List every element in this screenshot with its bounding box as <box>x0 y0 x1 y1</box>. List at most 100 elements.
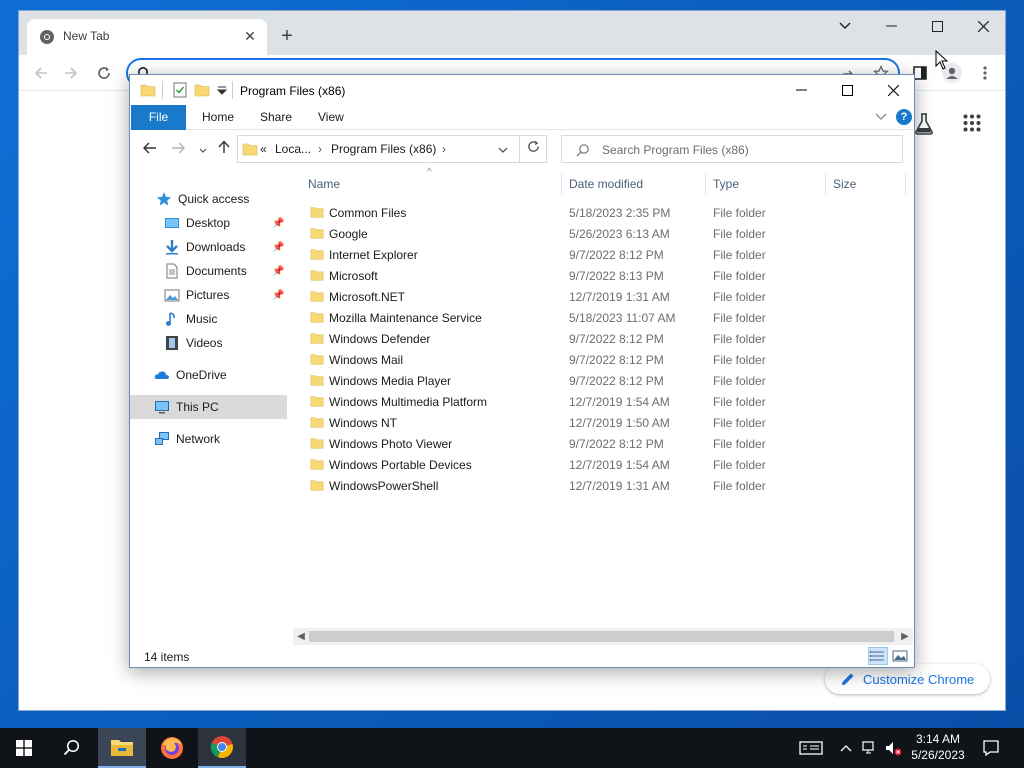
pencil-icon <box>842 673 854 685</box>
tab-view[interactable]: View <box>304 105 358 130</box>
nav-item-this-pc[interactable]: This PC <box>130 395 287 419</box>
new-tab-button[interactable]: + <box>275 25 299 49</box>
customize-chrome-button[interactable]: Customize Chrome <box>825 664 990 694</box>
address-history-chevron-icon[interactable] <box>498 147 508 153</box>
help-icon[interactable]: ? <box>896 109 912 125</box>
address-segment-local[interactable]: Loca... <box>275 142 311 156</box>
column-header-size[interactable]: Size <box>833 171 856 197</box>
address-folder-icon <box>242 143 258 156</box>
file-name: Common Files <box>329 206 407 220</box>
file-row[interactable]: Windows Mail 9/7/2022 8:12 PM File folder <box>293 349 913 370</box>
search-field[interactable]: Search Program Files (x86) <box>561 135 903 163</box>
file-row[interactable]: Windows Multimedia Platform 12/7/2019 1:5… <box>293 391 913 412</box>
tray-input-indicator-icon[interactable] <box>796 728 826 768</box>
explorer-forward-icon[interactable] <box>168 140 188 160</box>
tab-new-tab[interactable]: New Tab ✕ <box>27 19 267 55</box>
details-view-button[interactable] <box>868 647 888 665</box>
volume-muted-icon[interactable] <box>882 728 904 768</box>
file-row[interactable]: Windows Media Player 9/7/2022 8:12 PM File… <box>293 370 913 391</box>
google-apps-grid-icon[interactable] <box>963 114 981 132</box>
column-header-name[interactable]: Name <box>308 171 340 197</box>
chrome-close-button[interactable] <box>960 11 1006 41</box>
taskbar-clock[interactable]: 3:14 AM 5/26/2023 <box>903 731 973 765</box>
new-folder-icon[interactable] <box>194 82 210 98</box>
scroll-right-arrow-icon[interactable]: ▶ <box>897 629 913 644</box>
file-row[interactable]: Windows Defender 9/7/2022 8:12 PM File fol… <box>293 328 913 349</box>
file-row[interactable]: Internet Explorer 9/7/2022 8:12 PM File fo… <box>293 244 913 265</box>
explorer-maximize-button[interactable] <box>824 75 870 105</box>
tab-file[interactable]: File <box>131 105 186 130</box>
taskbar-search-button[interactable] <box>48 728 96 768</box>
qat-customize-chevron-icon[interactable] <box>214 82 230 98</box>
scrollbar-thumb[interactable] <box>309 631 894 642</box>
reload-icon[interactable] <box>92 61 116 85</box>
file-date-modified: 5/18/2023 2:35 PM <box>569 206 671 220</box>
chrome-maximize-button[interactable] <box>914 11 960 41</box>
address-bar[interactable]: « Loca... › Program Files (x86) › <box>237 135 547 163</box>
tab-share[interactable]: Share <box>246 105 306 130</box>
up-folder-icon[interactable] <box>214 140 234 160</box>
explorer-close-button[interactable] <box>870 75 916 105</box>
status-bar: 14 items <box>130 646 914 668</box>
nav-item-desktop[interactable]: Desktop 📌 <box>130 211 287 235</box>
file-row[interactable]: Microsoft.NET 12/7/2019 1:31 AM File folde… <box>293 286 913 307</box>
column-header-type[interactable]: Type <box>713 171 739 197</box>
explorer-back-icon[interactable] <box>140 140 160 160</box>
show-hidden-icons-chevron-icon[interactable] <box>836 728 856 768</box>
start-button[interactable] <box>0 728 48 768</box>
taskbar-firefox[interactable] <box>148 728 196 768</box>
nav-item-music[interactable]: Music <box>130 307 287 331</box>
network-tray-icon[interactable] <box>860 728 882 768</box>
address-overflow-chevrons[interactable]: « <box>260 142 267 156</box>
column-separator[interactable] <box>825 173 826 195</box>
refresh-icon[interactable] <box>519 135 547 163</box>
folder-icon <box>310 207 324 218</box>
large-icons-view-button[interactable] <box>890 647 910 665</box>
explorer-minimize-button[interactable] <box>778 75 824 105</box>
file-name: Windows Photo Viewer <box>329 437 453 451</box>
file-row[interactable]: Windows Photo Viewer 9/7/2022 8:12 PM File… <box>293 433 913 454</box>
taskbar-file-explorer[interactable] <box>98 728 146 768</box>
file-row[interactable]: Windows NT 12/7/2019 1:50 AM File folder <box>293 412 913 433</box>
back-arrow-icon[interactable] <box>29 61 53 85</box>
nav-item-documents[interactable]: Documents 📌 <box>130 259 287 283</box>
file-type: File folder <box>713 311 766 325</box>
file-row[interactable]: Google 5/26/2023 6:13 AM File folder <box>293 223 913 244</box>
recent-locations-chevron-icon[interactable] <box>193 140 213 160</box>
nav-item-pictures[interactable]: Pictures 📌 <box>130 283 287 307</box>
nav-item-network[interactable]: Network <box>130 427 287 451</box>
column-separator[interactable] <box>561 173 562 195</box>
desktop-icon <box>165 218 179 228</box>
ribbon-expand-chevron-icon[interactable] <box>875 113 887 121</box>
nav-item-videos[interactable]: Videos <box>130 331 287 355</box>
column-header-date-modified[interactable]: Date modified <box>569 171 643 197</box>
file-explorer-window: Program Files (x86) File Home Share View… <box>129 74 915 668</box>
tab-home[interactable]: Home <box>188 105 248 130</box>
tab-close-icon[interactable]: ✕ <box>241 27 259 45</box>
nav-item-onedrive[interactable]: OneDrive <box>130 363 287 387</box>
file-type: File folder <box>713 206 766 220</box>
nav-item-downloads[interactable]: Downloads 📌 <box>130 235 287 259</box>
chrome-minimize-button[interactable] <box>868 11 914 41</box>
file-row[interactable]: Common Files 5/18/2023 2:35 PM File folder <box>293 202 913 223</box>
labs-flask-icon[interactable] <box>914 113 934 135</box>
file-row[interactable]: Windows Portable Devices 12/7/2019 1:54 A… <box>293 454 913 475</box>
notifications-icon[interactable] <box>978 728 1004 768</box>
file-row[interactable]: Microsoft 9/7/2022 8:13 PM File folder <box>293 265 913 286</box>
horizontal-scrollbar[interactable]: ◀ ▶ <box>293 628 913 645</box>
scroll-left-arrow-icon[interactable]: ◀ <box>293 629 309 644</box>
pin-icon: 📌 <box>272 241 285 253</box>
properties-check-icon[interactable] <box>172 82 188 98</box>
tab-search-chevron-icon[interactable] <box>822 11 868 41</box>
file-row[interactable]: Mozilla Maintenance Service 5/18/2023 11:… <box>293 307 913 328</box>
column-separator[interactable] <box>905 173 906 195</box>
nav-item-quick-access[interactable]: Quick access <box>130 187 287 211</box>
chrome-menu-icon[interactable] <box>973 61 997 85</box>
address-segment-current[interactable]: Program Files (x86) <box>331 142 436 156</box>
column-separator[interactable] <box>705 173 706 195</box>
taskbar-chrome[interactable] <box>198 728 246 768</box>
forward-arrow-icon[interactable] <box>59 61 83 85</box>
folder-icon <box>310 312 324 323</box>
file-row[interactable]: WindowsPowerShell 12/7/2019 1:31 AM File f… <box>293 475 913 496</box>
file-type: File folder <box>713 290 766 304</box>
